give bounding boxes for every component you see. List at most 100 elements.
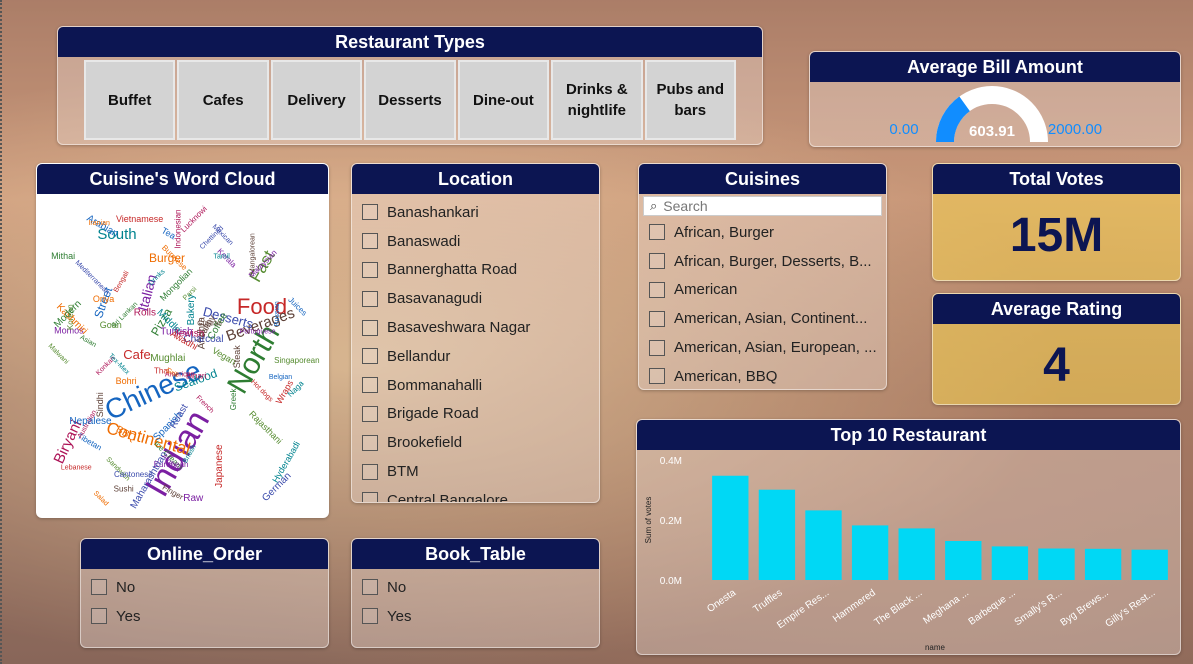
checkbox[interactable] [649,253,665,270]
cloud-word: Mithai [51,251,75,261]
cuisine-item[interactable]: American, BBQ [649,362,886,389]
bar[interactable] [898,528,935,580]
bar[interactable] [805,510,842,580]
type-button-pubs-and-bars[interactable]: Pubs and bars [644,60,736,140]
online-order-panel: Online_Order No Yes [80,538,329,648]
bar[interactable] [712,475,749,580]
cuisine-item[interactable]: American, Asian, Continent... [649,304,886,333]
search-placeholder: Search [663,198,708,214]
type-button-desserts[interactable]: Desserts [364,60,456,140]
x-tick-label: Byg Brews... [1059,587,1111,628]
cloud-word: Bihari [186,371,207,380]
location-item[interactable]: Basaveshwara Nagar [362,313,599,342]
cloud-word: Cafe [123,347,150,362]
location-item[interactable]: Brigade Road [362,400,599,429]
cloud-word: Oriya [93,294,115,304]
cuisines-search-input[interactable]: ⌕ Search [643,196,882,216]
checkbox[interactable] [362,608,378,625]
top10-title: Top 10 Restaurant [637,420,1180,450]
checkbox[interactable] [362,204,378,221]
checkbox[interactable] [362,405,378,422]
type-button-buffet[interactable]: Buffet [84,60,176,140]
cuisine-label: American [674,281,738,299]
online-order-label: Yes [116,607,141,625]
cuisine-item[interactable]: American [649,276,886,305]
location-item[interactable]: Bannerghatta Road [362,256,599,285]
checkbox[interactable] [91,579,107,596]
cuisines-title: Cuisines [639,164,886,194]
x-tick-label: Meghana ... [921,587,971,626]
location-item[interactable]: Central Bangalore [362,486,599,502]
checkbox[interactable] [362,290,378,307]
checkbox[interactable] [362,434,378,451]
online-order-item[interactable]: No [91,573,328,602]
cuisines-list: African, Burger African, Burger, Desserts… [639,216,886,389]
checkbox[interactable] [91,608,107,625]
bar[interactable] [991,546,1029,580]
bar[interactable] [1131,549,1168,580]
type-button-delivery[interactable]: Delivery [270,60,363,140]
location-label: Banaswadi [387,232,461,250]
cloud-word: Japanese [214,444,225,488]
gauge-min: 0.00 [889,121,918,138]
location-panel: Location Banashankari Banaswadi Bannerghat… [351,163,600,503]
checkbox[interactable] [362,579,378,596]
word-cloud: Indian Chinese North Food Continental South Bi… [37,194,327,517]
cloud-word: Lucknowi [179,204,209,234]
checkbox[interactable] [362,319,378,336]
cuisine-item[interactable]: African, Burger [649,218,886,247]
cuisine-item[interactable]: American, Asian, European, ... [649,333,886,362]
checkbox[interactable] [362,492,378,502]
checkbox[interactable] [649,310,665,327]
location-item[interactable]: BTM [362,457,599,486]
bar[interactable] [1084,548,1122,580]
type-button-dine-out[interactable]: Dine-out [457,60,550,140]
bar[interactable] [1038,548,1075,581]
checkbox[interactable] [649,224,665,241]
y-tick-label: 0.4M [660,456,682,467]
avg-bill-gauge: 603.91 0.00 2000.00 [810,82,1180,146]
checkbox[interactable] [649,368,665,385]
bar[interactable] [851,525,889,580]
cloud-word: Tamil [214,254,231,261]
restaurant-types-title: Restaurant Types [58,27,762,57]
cuisine-label: African, Burger [674,223,775,241]
book-table-title: Book_Table [352,539,599,569]
book-table-item[interactable]: No [362,573,599,602]
location-label: Basaveshwara Nagar [387,319,531,337]
checkbox[interactable] [362,463,378,480]
checkbox[interactable] [362,348,378,365]
checkbox[interactable] [362,377,378,394]
cuisine-item[interactable]: African, Burger, Desserts, B... [649,247,886,276]
checkbox[interactable] [649,339,665,356]
location-item[interactable]: Bellandur [362,342,599,371]
type-button-drinks-nightlife[interactable]: Drinks & nightlife [551,60,643,140]
location-item[interactable]: Bommanahalli [362,371,599,400]
location-label: Bellandur [387,347,451,365]
cloud-word: Bengali [113,270,131,294]
restaurant-types-row: Buffet Cafes Delivery Desserts Dine-out Drink… [58,57,762,140]
cloud-word: Mughlai [150,353,185,364]
book-table-label: Yes [387,607,412,625]
location-label: Brookefield [387,434,463,452]
checkbox[interactable] [362,233,378,250]
checkbox[interactable] [362,261,378,278]
book-table-item[interactable]: Yes [362,602,599,631]
cloud-word: Rajasthani [247,409,284,446]
online-order-item[interactable]: Yes [91,602,328,631]
location-item[interactable]: Banashankari [362,198,599,227]
cloud-word: Nepalese [69,416,112,427]
type-button-cafes[interactable]: Cafes [177,60,269,140]
bar[interactable] [945,541,982,580]
y-axis-label: Sum of votes [644,497,653,544]
x-tick-label: Barbeque ... [967,587,1018,627]
location-item[interactable]: Basavanagudi [362,284,599,313]
cloud-word: Steak [232,345,242,369]
bar[interactable] [758,489,796,580]
cloud-word: Sushi [114,484,134,493]
word-cloud-panel: Cuisine's Word Cloud Indian Chinese North F… [36,163,329,518]
total-votes-card: Total Votes 15M [932,163,1181,281]
checkbox[interactable] [649,281,665,298]
location-item[interactable]: Brookefield [362,428,599,457]
location-item[interactable]: Banaswadi [362,227,599,256]
